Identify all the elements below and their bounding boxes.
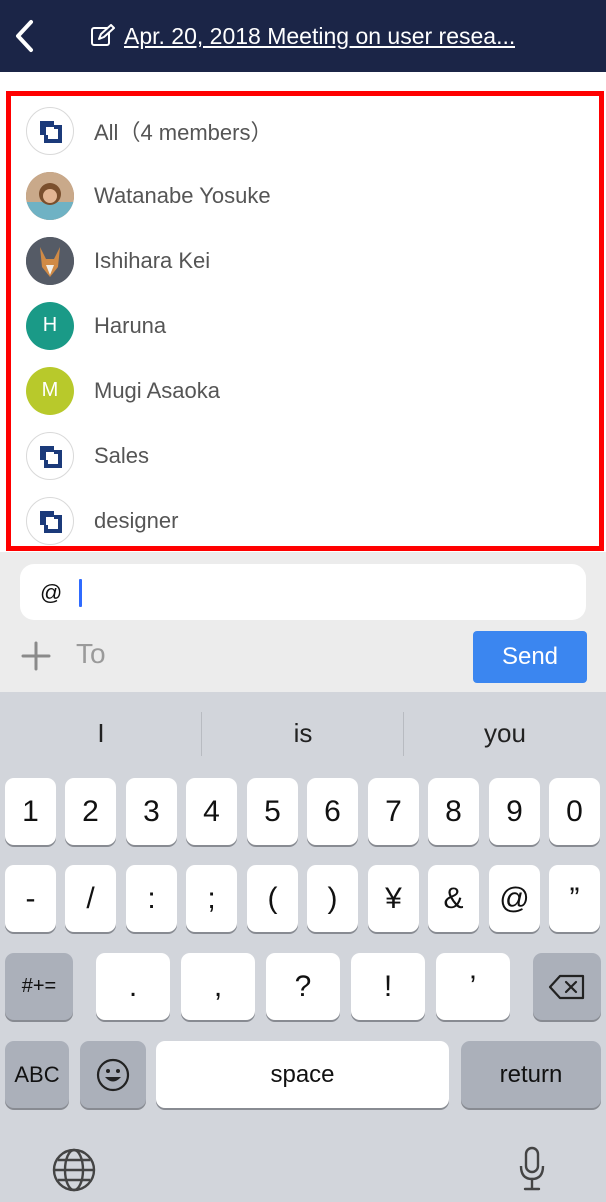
key[interactable]: ?	[266, 953, 340, 1020]
message-text: @	[40, 580, 63, 605]
header-bar: Apr. 20, 2018 Meeting on user resea...	[0, 0, 606, 72]
back-button[interactable]	[10, 14, 40, 58]
mention-label: Sales	[94, 442, 150, 468]
user-photo-avatar	[26, 236, 74, 285]
mention-item-watanabe[interactable]: Watanabe Yosuke	[11, 163, 599, 228]
key[interactable]: 8	[428, 778, 479, 845]
key[interactable]: ”	[549, 865, 600, 932]
mention-suggestion-list: All（4 members） Watanabe Yosuke Ishihara …	[6, 91, 604, 551]
symbols-key[interactable]: #+=	[5, 953, 73, 1020]
key[interactable]: /	[65, 865, 116, 932]
group-icon	[26, 496, 74, 545]
key[interactable]: 6	[307, 778, 358, 845]
key[interactable]: -	[5, 865, 56, 932]
key[interactable]: 5	[247, 778, 298, 845]
mention-label: Haruna	[94, 312, 167, 338]
suggestion-item[interactable]: I	[1, 718, 201, 749]
key[interactable]: !	[351, 953, 425, 1020]
mention-label: Watanabe Yosuke	[94, 182, 271, 208]
plus-icon	[21, 641, 51, 671]
mention-label: Ishihara Kei	[94, 247, 211, 273]
key[interactable]: &	[428, 865, 479, 932]
key[interactable]: ,	[181, 953, 255, 1020]
globe-icon	[52, 1148, 96, 1192]
key[interactable]: 7	[368, 778, 419, 845]
edit-icon	[91, 24, 115, 46]
add-attachment-button[interactable]	[20, 640, 52, 672]
mention-label: designer	[94, 507, 179, 533]
key[interactable]: 2	[65, 778, 116, 845]
key[interactable]: 1	[5, 778, 56, 845]
emoji-key[interactable]	[80, 1041, 146, 1108]
letter-avatar: H	[26, 301, 74, 350]
key[interactable]: )	[307, 865, 358, 932]
suggestion-item[interactable]: is	[203, 718, 403, 749]
text-cursor	[79, 579, 82, 607]
space-key[interactable]: space	[156, 1041, 449, 1108]
key[interactable]: @	[489, 865, 540, 932]
suggestion-divider	[403, 712, 404, 756]
return-key[interactable]: return	[461, 1041, 601, 1108]
mention-item-haruna[interactable]: H Haruna	[11, 293, 599, 358]
key[interactable]: :	[126, 865, 177, 932]
user-photo-avatar	[26, 171, 74, 220]
mention-item-ishihara[interactable]: Ishihara Kei	[11, 228, 599, 293]
group-icon	[26, 106, 74, 155]
key[interactable]: 4	[186, 778, 237, 845]
abc-key[interactable]: ABC	[5, 1041, 69, 1108]
send-button[interactable]: Send	[473, 631, 587, 683]
microphone-icon	[519, 1146, 545, 1191]
key[interactable]: 9	[489, 778, 540, 845]
key[interactable]: ’	[436, 953, 510, 1020]
globe-button[interactable]	[50, 1146, 98, 1194]
group-icon	[26, 431, 74, 480]
page-title: Apr. 20, 2018 Meeting on user resea...	[124, 22, 516, 49]
mention-item-designer[interactable]: designer	[11, 488, 599, 553]
dictation-button[interactable]	[512, 1144, 552, 1194]
key[interactable]: .	[96, 953, 170, 1020]
mention-item-all[interactable]: All（4 members）	[11, 98, 599, 163]
mention-item-mugi[interactable]: M Mugi Asaoka	[11, 358, 599, 423]
key[interactable]: 0	[549, 778, 600, 845]
emoji-icon	[96, 1058, 130, 1091]
backspace-icon	[548, 974, 585, 999]
key[interactable]: (	[247, 865, 298, 932]
to-button[interactable]: To	[76, 638, 106, 670]
key[interactable]: ;	[186, 865, 237, 932]
suggestion-item[interactable]: you	[405, 718, 605, 749]
key[interactable]: 3	[126, 778, 177, 845]
key[interactable]: ¥	[368, 865, 419, 932]
letter-avatar: M	[26, 366, 74, 415]
mention-item-sales[interactable]: Sales	[11, 423, 599, 488]
compose-area: @ To Send	[0, 552, 606, 692]
message-input[interactable]: @	[20, 564, 586, 620]
suggestion-divider	[201, 712, 202, 756]
chevron-left-icon	[16, 20, 33, 52]
mention-label: Mugi Asaoka	[94, 377, 220, 403]
delete-key[interactable]	[533, 953, 601, 1020]
keyboard: I is you 1 2 3 4 5 6 7 8 9 0 - / : ; ( )…	[0, 692, 606, 1202]
mention-label: All（4 members）	[94, 119, 273, 145]
thread-title-link[interactable]: Apr. 20, 2018 Meeting on user resea...	[90, 18, 560, 54]
